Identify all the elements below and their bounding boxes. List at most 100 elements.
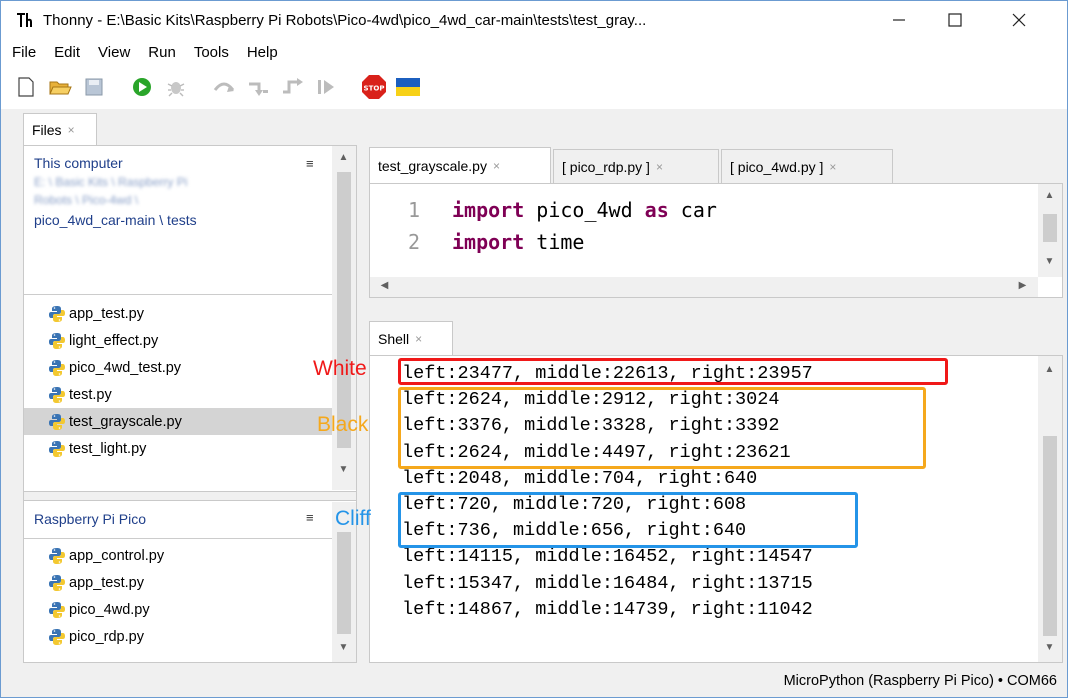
file-item[interactable]: test_light.py (24, 435, 332, 462)
editor-scroll-up-icon[interactable]: ▲ (1041, 190, 1058, 201)
file-name: pico_4wd_test.py (69, 359, 182, 376)
scroll-down-icon[interactable]: ▼ (335, 464, 352, 475)
menu-run[interactable]: Run (139, 44, 185, 61)
thonny-window: Thonny - E:\Basic Kits\Raspberry Pi Robo… (0, 0, 1068, 698)
close-button[interactable] (991, 1, 1047, 39)
python-file-icon (49, 359, 65, 376)
tab-shell-close-icon[interactable]: × (415, 332, 422, 346)
pane-splitter[interactable] (24, 491, 356, 501)
shell-line: left:14115, middle:16452, right:14547 (402, 546, 813, 568)
editor-scroll-right-icon[interactable]: ▶ (1014, 280, 1031, 291)
file-name: test.py (69, 386, 112, 403)
title-bar: Thonny - E:\Basic Kits\Raspberry Pi Robo… (1, 1, 1067, 39)
shell-scroll-up-icon[interactable]: ▲ (1041, 364, 1058, 375)
pico-file-item[interactable]: app_control.py (24, 542, 332, 569)
debug-icon[interactable] (163, 74, 189, 100)
window-title: Thonny - E:\Basic Kits\Raspberry Pi Robo… (43, 11, 647, 29)
pico-scroll-down-icon[interactable]: ▼ (335, 642, 352, 653)
new-file-icon[interactable] (13, 74, 39, 100)
line-number: 1 (408, 198, 421, 222)
save-icon[interactable] (81, 74, 107, 100)
blurred-path-2: Robots \ Pico-4wd \ (34, 193, 139, 207)
maximize-button[interactable] (927, 1, 983, 39)
minimize-button[interactable] (871, 1, 927, 39)
file-item[interactable]: light_effect.py (24, 327, 332, 354)
tab-pico-4wd[interactable]: [ pico_4wd.py ] × (721, 149, 893, 183)
menu-help[interactable]: Help (238, 44, 287, 61)
editor-vscroll-thumb[interactable] (1043, 214, 1057, 242)
step-out-icon[interactable] (279, 74, 305, 100)
open-folder-icon[interactable] (47, 74, 73, 100)
toolbar: STOP (1, 65, 1067, 109)
ukraine-flag-icon[interactable] (395, 74, 421, 100)
tab-pico-rdp-close-icon[interactable]: × (656, 160, 663, 174)
tab-shell[interactable]: Shell × (369, 321, 453, 355)
tab-files[interactable]: Files × (23, 113, 97, 145)
tab-test-grayscale-close-icon[interactable]: × (493, 159, 500, 173)
tab-files-close-icon[interactable]: × (68, 123, 75, 137)
editor-scroll-down-icon[interactable]: ▼ (1041, 256, 1058, 267)
run-icon[interactable] (129, 74, 155, 100)
pico-file-item[interactable]: pico_rdp.py (24, 623, 332, 650)
menu-bar: File Edit View Run Tools Help (1, 39, 1067, 65)
file-name: app_control.py (69, 547, 165, 564)
tab-shell-label: Shell (378, 330, 410, 347)
pico-file-item[interactable]: app_test.py (24, 569, 332, 596)
tab-test-grayscale[interactable]: test_grayscale.py × (369, 147, 551, 183)
file-item[interactable]: pico_4wd_test.py (24, 354, 332, 381)
line-number-gutter (370, 184, 440, 277)
svg-text:STOP: STOP (364, 85, 385, 93)
tab-pico-4wd-label: [ pico_4wd.py ] (730, 158, 824, 175)
cliff-label: Cliff (335, 507, 371, 530)
code-editor[interactable]: 1 2 import pico_4wd as car import time ▲… (369, 183, 1063, 298)
shell-scroll-down-icon[interactable]: ▼ (1041, 642, 1058, 653)
menu-view[interactable]: View (89, 44, 139, 61)
file-name: pico_4wd.py (69, 601, 150, 618)
computer-menu-icon[interactable]: ≡ (306, 156, 314, 171)
keyword-import: import (452, 198, 525, 222)
editor-scroll-left-icon[interactable]: ◀ (376, 280, 393, 291)
file-item[interactable]: app_test.py (24, 300, 332, 327)
file-name: light_effect.py (69, 332, 159, 349)
menu-tools[interactable]: Tools (185, 44, 238, 61)
files-scrollbar[interactable]: ▲ ▼ (332, 146, 356, 490)
files-pane: This computer E: \ Basic Kits \ Raspberr… (23, 145, 357, 663)
stop-icon[interactable]: STOP (361, 74, 387, 100)
shell-line: left:2048, middle:704, right:640 (402, 467, 758, 489)
code-text: time (524, 230, 585, 254)
white-highlight-box (398, 358, 948, 385)
path-separator (24, 294, 332, 295)
shell-scroll-thumb[interactable] (1043, 436, 1057, 636)
menu-file[interactable]: File (3, 44, 45, 61)
python-file-icon (49, 332, 65, 349)
pico-header: Raspberry Pi Pico (34, 511, 147, 527)
resume-icon[interactable] (313, 74, 339, 100)
shell-scrollbar[interactable]: ▲ ▼ (1038, 356, 1062, 662)
file-item[interactable]: test_grayscale.py (24, 408, 332, 435)
tab-test-grayscale-label: test_grayscale.py (378, 157, 487, 174)
step-into-icon[interactable] (245, 74, 271, 100)
code-line-2[interactable]: import time (452, 230, 584, 254)
editor-vscroll[interactable]: ▲ ▼ (1038, 184, 1062, 277)
python-file-icon (49, 305, 65, 322)
tab-pico-rdp[interactable]: [ pico_rdp.py ] × (553, 149, 719, 183)
scroll-up-icon[interactable]: ▲ (335, 152, 352, 163)
menu-edit[interactable]: Edit (45, 44, 89, 61)
files-scroll-thumb[interactable] (337, 172, 351, 448)
step-over-icon[interactable] (211, 74, 237, 100)
tab-pico-4wd-close-icon[interactable]: × (829, 160, 836, 174)
status-bar: MicroPython (Raspberry Pi Pico) • COM66 (1, 665, 1067, 697)
file-item[interactable]: test.py (24, 381, 332, 408)
pico-file-item[interactable]: pico_4wd.py (24, 596, 332, 623)
pico-menu-icon[interactable]: ≡ (306, 510, 314, 525)
status-text[interactable]: MicroPython (Raspberry Pi Pico) • COM66 (784, 673, 1057, 689)
editor-hscroll[interactable]: ◀ ▶ (370, 277, 1038, 297)
python-file-icon (49, 601, 65, 618)
keyword-import: import (452, 230, 525, 254)
current-path[interactable]: pico_4wd_car-main \ tests (34, 211, 197, 230)
code-line-1[interactable]: import pico_4wd as car (452, 198, 717, 222)
pico-separator (24, 538, 332, 539)
shell-line: left:14867, middle:14739, right:11042 (402, 598, 813, 620)
python-file-icon (49, 574, 65, 591)
pico-scroll-thumb[interactable] (337, 532, 351, 634)
